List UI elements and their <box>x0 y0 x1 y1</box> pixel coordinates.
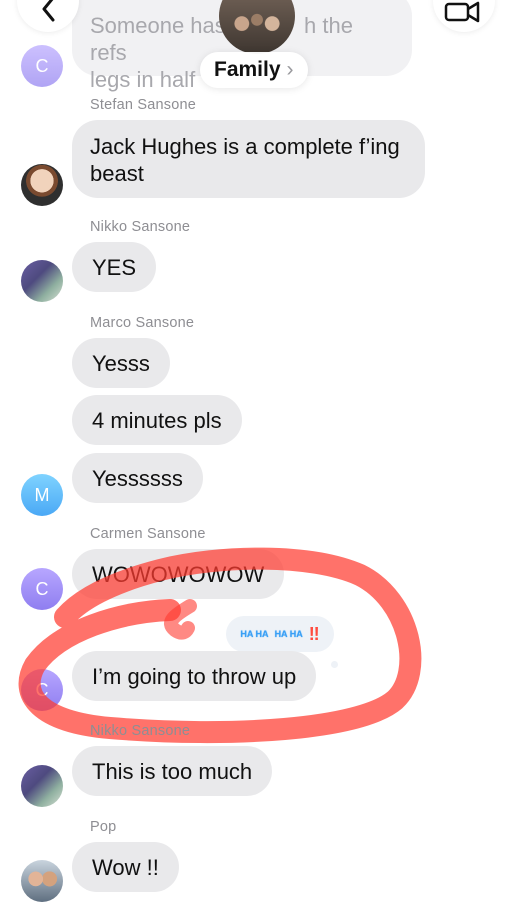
avatar-nikko[interactable] <box>21 765 63 807</box>
avatar-pop[interactable] <box>21 860 63 902</box>
message-bubble[interactable]: Wow !! <box>72 842 179 892</box>
sender-name: Nikko Sansone <box>90 723 191 739</box>
message-bubble[interactable]: This is too much <box>72 746 273 796</box>
sender-name: Pop <box>90 819 117 835</box>
